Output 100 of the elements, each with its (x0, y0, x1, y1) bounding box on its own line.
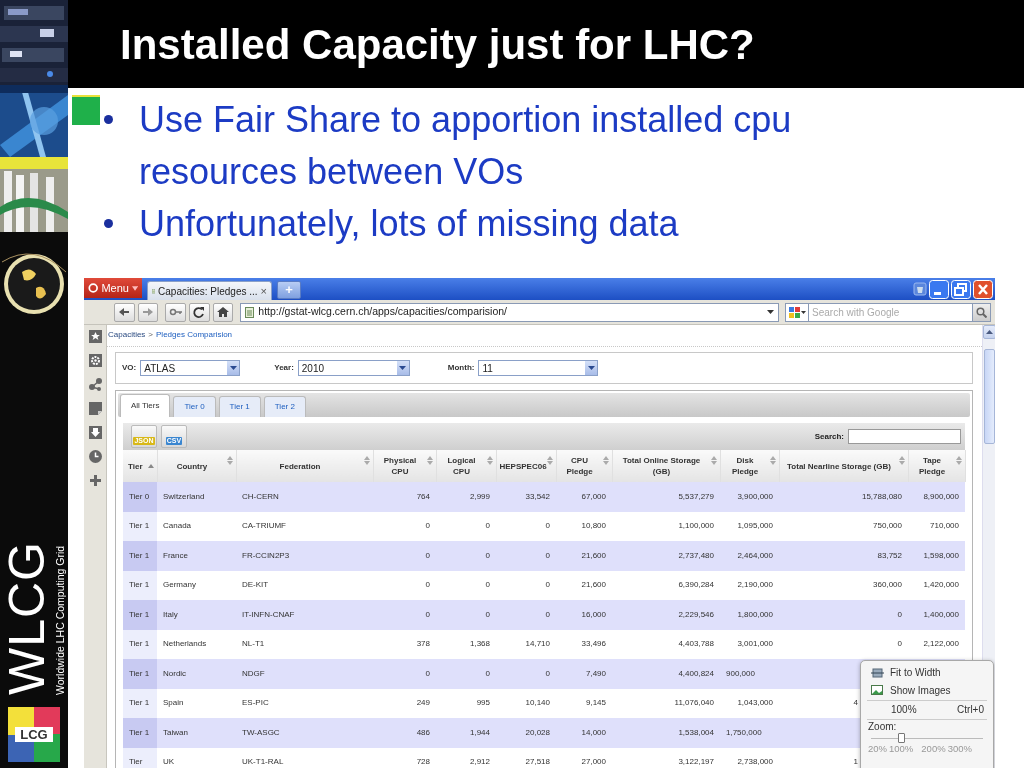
tier-tab[interactable]: All Tiers (120, 394, 171, 417)
table-cell: 15,788,080 (779, 482, 908, 512)
brand-acronym: WLCG (2, 540, 53, 695)
tier-tab[interactable]: Tier 0 (173, 396, 216, 417)
home-icon[interactable] (215, 305, 231, 319)
browser-tab[interactable]: Capacities: Pledges ... × (147, 281, 272, 300)
table-cell: 1,043,000 (720, 688, 779, 718)
table-cell: Switzerland (157, 482, 236, 512)
tier-tab[interactable]: Tier 2 (263, 396, 306, 417)
clock-icon[interactable] (87, 449, 103, 464)
dropdown-field[interactable]: 2010 (297, 360, 410, 376)
note-icon[interactable] (87, 401, 103, 416)
table-cell: CH-CERN (236, 482, 373, 512)
table-cell: 0 (373, 570, 436, 600)
caret-icon (131, 285, 138, 291)
breadcrumb-link[interactable]: Pledges Comparision (156, 329, 233, 346)
table-cell: 378 (373, 629, 436, 659)
table-cell: 27,000 (556, 747, 612, 768)
table-cell: Italy (157, 600, 236, 630)
settings-icon[interactable] (87, 353, 103, 368)
table-cell: TW-ASGC (236, 718, 373, 748)
table-cell: 1,400,000 (908, 600, 965, 630)
caret-icon[interactable] (229, 366, 237, 370)
slider-thumb[interactable] (898, 733, 906, 743)
table-cell: 2,912 (436, 747, 496, 768)
table-cell: ES-PIC (236, 688, 373, 718)
table-cell: 2,229,546 (612, 600, 720, 630)
tab-label: Capacities: Pledges ... (158, 284, 258, 299)
zoom-reset-item[interactable]: 100% Ctrl+0 (867, 702, 987, 718)
column-header[interactable]: Tape Pledge (908, 450, 965, 482)
network-icon[interactable] (87, 377, 103, 392)
table-cell: Tier 0 (123, 482, 157, 512)
table-cell: 14,710 (496, 629, 556, 659)
table-cell: 0 (496, 600, 556, 630)
table-cell: 1,800,000 (720, 600, 779, 630)
column-header[interactable]: Logical CPU (436, 450, 496, 482)
column-header[interactable]: Federation (236, 450, 373, 482)
url-text: http://gstat-wlcg.cern.ch/apps/capacities/comparision/ (258, 304, 508, 320)
column-header[interactable]: Disk Pledge (720, 450, 779, 482)
table-cell: 33,542 (496, 482, 556, 512)
caret-icon[interactable] (587, 366, 595, 370)
column-header[interactable]: CPU Pledge (556, 450, 612, 482)
bookmark-icon[interactable] (87, 329, 103, 344)
column-header[interactable]: Tier (123, 450, 157, 482)
scroll-up-icon[interactable] (985, 330, 993, 334)
table-cell: 0 (436, 511, 496, 541)
column-header[interactable]: Total Nearline Storage (GB) (779, 450, 908, 482)
address-field[interactable]: http://gstat-wlcg.cern.ch/apps/capacities/comparision/ (240, 302, 779, 322)
sort-ascending-icon[interactable] (147, 464, 154, 468)
breadcrumb-link[interactable]: Capacities (108, 329, 146, 346)
slide-title: Installed Capacity just for LHC? (120, 19, 755, 70)
table-cell: 0 (779, 600, 908, 630)
table-cell: Tier 1 (123, 718, 157, 748)
close-button[interactable]: × (260, 285, 267, 297)
column-header[interactable]: Country (157, 450, 236, 482)
search-field[interactable] (848, 429, 961, 444)
maximize-icon[interactable] (951, 279, 971, 299)
table-cell: Spain (157, 688, 236, 718)
image-icon (871, 684, 884, 696)
table-cell: 0 (373, 541, 436, 571)
table-cell: 21,600 (556, 541, 612, 571)
table-cell: 83,752 (779, 541, 908, 571)
caret-icon[interactable] (399, 366, 407, 370)
column-header[interactable]: HEPSPEC06 (496, 450, 556, 482)
table-cell: 0 (436, 570, 496, 600)
table-cell: 0 (496, 659, 556, 689)
table-cell: Tier 1 (123, 600, 157, 630)
scroll-thumb[interactable] (983, 349, 995, 444)
table-cell: 0 (436, 541, 496, 571)
table-cell: France (157, 541, 236, 571)
dropdown-field[interactable]: ATLAS (140, 360, 241, 376)
table-cell: UK (157, 747, 236, 768)
table-cell: Tier 1 (123, 570, 157, 600)
menu-item[interactable]: Fit to Width (867, 663, 987, 681)
decor-square (72, 95, 100, 125)
table-cell: 3,001,000 (720, 629, 779, 659)
caret-icon[interactable] (767, 310, 774, 314)
trash-icon[interactable] (913, 282, 927, 296)
minimize-icon[interactable] (929, 279, 949, 299)
search-engine-button[interactable] (785, 302, 809, 322)
table-cell: 10,140 (496, 688, 556, 718)
table-cell: 3,900,000 (720, 482, 779, 512)
dropdown-field[interactable]: 11 (478, 360, 599, 376)
table-cell: Tier 1 (123, 511, 157, 541)
column-header[interactable]: Total Online Storage (GB) (612, 450, 720, 482)
search-field[interactable]: Search with Google (809, 302, 973, 322)
table-cell: 0 (779, 629, 908, 659)
table-cell: 710,000 (908, 511, 965, 541)
menu-button[interactable]: Menu (84, 278, 142, 298)
add-icon[interactable] (87, 473, 103, 488)
close-icon[interactable] (973, 279, 993, 299)
column-header[interactable]: Physical CPU (373, 450, 436, 482)
table-cell: Tier 1 (123, 659, 157, 689)
tier-tab[interactable]: Tier 1 (218, 396, 261, 417)
tick-label: 200% (921, 743, 946, 754)
table-cell: 0 (496, 541, 556, 571)
search-icon[interactable] (976, 306, 987, 318)
download-icon[interactable] (87, 425, 103, 440)
ring-icon (88, 282, 99, 294)
table-cell: DE-KIT (236, 570, 373, 600)
